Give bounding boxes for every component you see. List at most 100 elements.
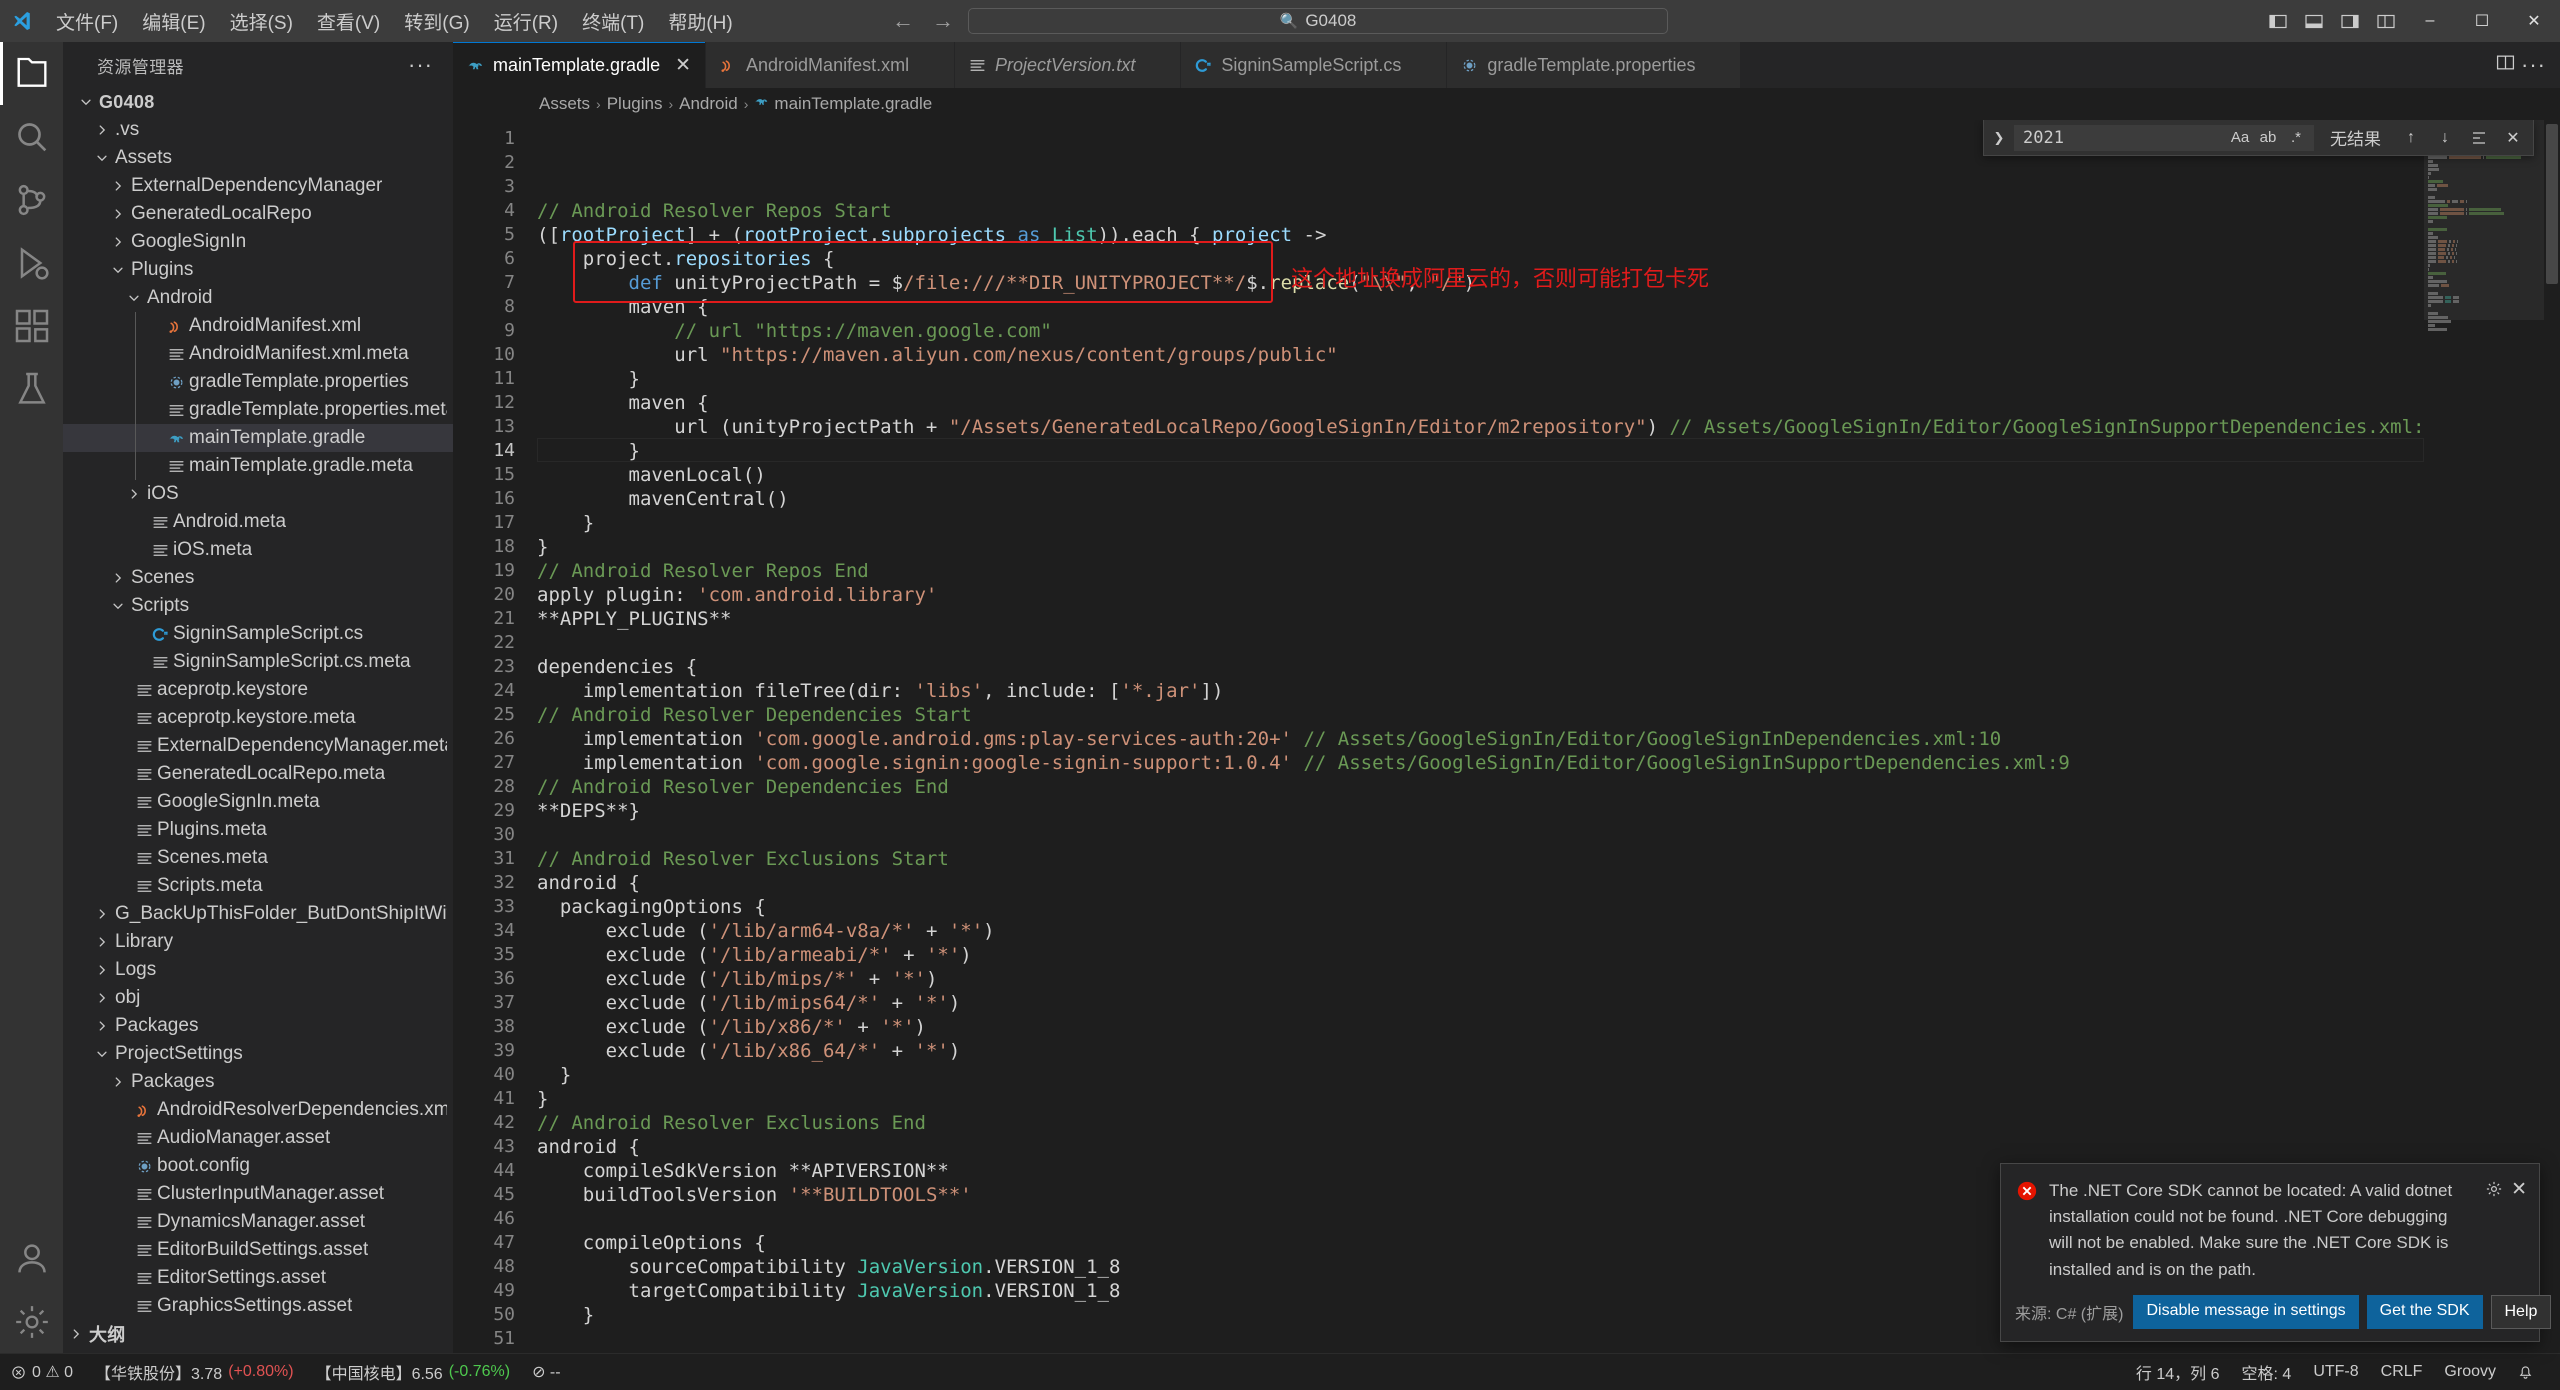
tree-item-maintemplate-gradle-meta[interactable]: mainTemplate.gradle.meta <box>63 452 453 480</box>
chevron-down-icon[interactable] <box>105 263 131 277</box>
notification-toast[interactable]: The .NET Core SDK cannot be located: A v… <box>2000 1163 2540 1342</box>
tree-item-aceprotp-keystore[interactable]: aceprotp.keystore <box>63 676 453 704</box>
tree-item-projectsettings[interactable]: ProjectSettings <box>63 1040 453 1068</box>
notification-button-get-the-sdk[interactable]: Get the SDK <box>2367 1295 2483 1329</box>
tree-item-gradletemplate-properties[interactable]: gradleTemplate.properties <box>63 368 453 396</box>
status-indentation[interactable]: 空格: 4 <box>2231 1354 2303 1390</box>
breadcrumb-item-plugins[interactable]: Plugins <box>607 94 663 114</box>
activity-explorer[interactable] <box>0 42 63 105</box>
toggle-replace-icon[interactable]: ❯ <box>1990 130 2008 146</box>
back-arrow-icon[interactable]: ← <box>892 10 914 32</box>
chevron-right-icon[interactable] <box>89 991 115 1005</box>
tree-item-signinsamplescript-cs[interactable]: SigninSampleScript.cs <box>63 620 453 648</box>
tree-item-externaldependencymanager[interactable]: ExternalDependencyManager <box>63 172 453 200</box>
chevron-right-icon[interactable] <box>89 1019 115 1033</box>
tree-item-graphicssettings-asset[interactable]: GraphicsSettings.asset <box>63 1292 453 1320</box>
file-tree[interactable]: G0408.vsAssetsExternalDependencyManagerG… <box>63 88 453 1353</box>
find-input[interactable]: 2021 Aa ab .* <box>2014 125 2314 151</box>
tree-item-boot-config[interactable]: boot.config <box>63 1152 453 1180</box>
forward-arrow-icon[interactable]: → <box>932 10 954 32</box>
gear-icon[interactable] <box>2485 1180 2503 1283</box>
tree-item-androidmanifest-xml-meta[interactable]: AndroidManifest.xml.meta <box>63 340 453 368</box>
chevron-down-icon[interactable] <box>105 599 131 613</box>
status-stock-1[interactable]: 【华铁股份】3.78 (+0.80%) <box>84 1354 305 1390</box>
tree-item-dynamicsmanager-asset[interactable]: DynamicsManager.asset <box>63 1208 453 1236</box>
tree-item-packages[interactable]: Packages <box>63 1012 453 1040</box>
chevron-right-icon[interactable] <box>105 235 131 249</box>
activity-testing[interactable] <box>0 357 63 420</box>
scrollbar-thumb[interactable] <box>2546 124 2558 284</box>
tree-item-maintemplate-gradle[interactable]: mainTemplate.gradle <box>63 424 453 452</box>
chevron-right-icon[interactable] <box>105 1075 131 1089</box>
tree-item-androidmanifest-xml[interactable]: AndroidManifest.xml <box>63 312 453 340</box>
tree-item-scenes[interactable]: Scenes <box>63 564 453 592</box>
menu-go[interactable]: 转到(G) <box>392 0 481 42</box>
tree-item-externaldependencymanager-meta[interactable]: ExternalDependencyManager.meta <box>63 732 453 760</box>
tree-item-editorbuildsettings-asset[interactable]: EditorBuildSettings.asset <box>63 1236 453 1264</box>
tree-item-packages[interactable]: Packages <box>63 1068 453 1096</box>
toggle-secondary-sidebar-icon[interactable] <box>2332 0 2368 42</box>
breadcrumb-item-assets[interactable]: Assets <box>539 94 590 114</box>
menu-run[interactable]: 运行(R) <box>482 0 570 42</box>
tree-item-logs[interactable]: Logs <box>63 956 453 984</box>
tree-item-signinsamplescript-cs-meta[interactable]: SigninSampleScript.cs.meta <box>63 648 453 676</box>
tree-item-obj[interactable]: obj <box>63 984 453 1012</box>
activity-accounts[interactable] <box>0 1227 63 1290</box>
breadcrumb[interactable]: Assets›Plugins›Android›mainTemplate.grad… <box>453 88 2560 120</box>
tree-item-android[interactable]: Android <box>63 284 453 312</box>
activity-search[interactable] <box>0 105 63 168</box>
tree-item-androidresolverdependencies-xml[interactable]: AndroidResolverDependencies.xml <box>63 1096 453 1124</box>
tree-item-plugins-meta[interactable]: Plugins.meta <box>63 816 453 844</box>
editor-tab-signinsamplescript-cs[interactable]: SigninSampleScript.cs✕ <box>1181 42 1447 88</box>
chevron-right-icon[interactable] <box>63 1327 89 1341</box>
customize-layout-icon[interactable] <box>2368 0 2404 42</box>
tab-close-icon[interactable]: ✕ <box>675 56 691 75</box>
activity-manage-settings[interactable] <box>0 1290 63 1353</box>
tree-item-ios-meta[interactable]: iOS.meta <box>63 536 453 564</box>
status-stock-3[interactable]: ⊘ -- <box>521 1354 572 1390</box>
find-in-selection-icon[interactable] <box>2465 125 2493 151</box>
chevron-right-icon[interactable] <box>105 571 131 585</box>
chevron-down-icon[interactable] <box>89 151 115 165</box>
tree-item-ios[interactable]: iOS <box>63 480 453 508</box>
toggle-panel-icon[interactable] <box>2296 0 2332 42</box>
editor-more-actions[interactable]: ··· <box>2521 52 2546 78</box>
toggle-primary-sidebar-icon[interactable] <box>2260 0 2296 42</box>
menu-view[interactable]: 查看(V) <box>305 0 392 42</box>
tree-item-gradletemplate-properties-meta[interactable]: gradleTemplate.properties.meta <box>63 396 453 424</box>
status-stock-2[interactable]: 【中国核电】6.56 (-0.76%) <box>305 1354 522 1390</box>
explorer-more-actions[interactable]: ··· <box>408 52 439 78</box>
sidebar-section-outline[interactable]: 大纲 <box>63 1320 453 1348</box>
tree-item-audiomanager-asset[interactable]: AudioManager.asset <box>63 1124 453 1152</box>
tree-item-clusterinputmanager-asset[interactable]: ClusterInputManager.asset <box>63 1180 453 1208</box>
command-center[interactable]: 🔍 G0408 <box>968 8 1668 34</box>
status-problems[interactable]: 0 ⚠ 0 <box>0 1354 84 1390</box>
chevron-down-icon[interactable] <box>121 291 147 305</box>
chevron-down-icon[interactable] <box>89 1047 115 1061</box>
match-whole-word-icon[interactable]: ab <box>2255 127 2281 149</box>
tree-item-googlesignin[interactable]: GoogleSignIn <box>63 228 453 256</box>
activity-source-control[interactable] <box>0 168 63 231</box>
match-case-icon[interactable]: Aa <box>2227 127 2253 149</box>
window-minimize-button[interactable]: – <box>2404 0 2456 42</box>
tree-item-generatedlocalrepo-meta[interactable]: GeneratedLocalRepo.meta <box>63 760 453 788</box>
status-encoding[interactable]: UTF-8 <box>2302 1354 2369 1390</box>
chevron-right-icon[interactable] <box>121 487 147 501</box>
tree-item-editorsettings-asset[interactable]: EditorSettings.asset <box>63 1264 453 1292</box>
tree-item-assets[interactable]: Assets <box>63 144 453 172</box>
tree-item-plugins[interactable]: Plugins <box>63 256 453 284</box>
status-eol[interactable]: CRLF <box>2370 1354 2434 1390</box>
chevron-right-icon[interactable] <box>105 179 131 193</box>
window-close-button[interactable]: ✕ <box>2508 0 2560 42</box>
tree-item-android-meta[interactable]: Android.meta <box>63 508 453 536</box>
menu-select[interactable]: 选择(S) <box>218 0 305 42</box>
tree-item-generatedlocalrepo[interactable]: GeneratedLocalRepo <box>63 200 453 228</box>
notification-button-help[interactable]: Help <box>2491 1295 2552 1329</box>
tree-item-g0408[interactable]: G0408 <box>63 88 453 116</box>
chevron-right-icon[interactable] <box>89 907 115 921</box>
use-regex-icon[interactable]: .* <box>2283 127 2309 149</box>
window-maximize-button[interactable]: ☐ <box>2456 0 2508 42</box>
menu-edit[interactable]: 编辑(E) <box>130 0 217 42</box>
breadcrumb-item-maintemplate-gradle[interactable]: mainTemplate.gradle <box>754 94 932 114</box>
chevron-down-icon[interactable] <box>73 95 99 109</box>
